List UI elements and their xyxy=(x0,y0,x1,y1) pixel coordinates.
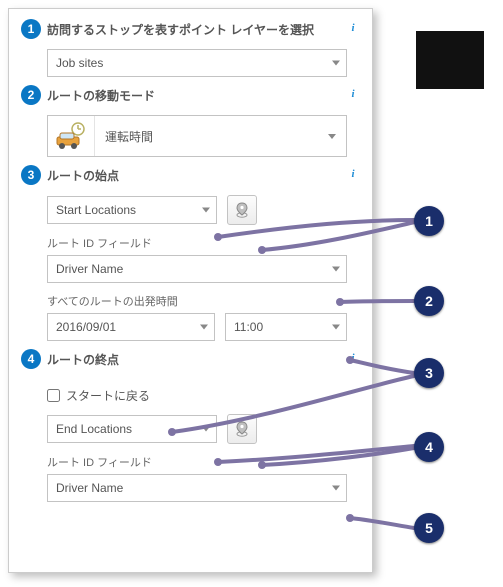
chevron-down-icon xyxy=(332,325,340,330)
preview-placeholder xyxy=(416,31,484,89)
chevron-down-icon xyxy=(200,325,208,330)
end-id-field-value: Driver Name xyxy=(56,481,123,495)
end-layer-value: End Locations xyxy=(56,422,132,436)
step-1-header: 1 訪問するストップを表すポイント レイヤーを選択 i xyxy=(21,19,360,39)
step-4-header: 4 ルートの終点 i xyxy=(21,349,360,369)
step-2-title: ルートの移動モード xyxy=(47,87,155,104)
depart-date-value: 2016/09/01 xyxy=(56,320,116,334)
step-2-header: 2 ルートの移動モード i xyxy=(21,85,360,105)
chevron-down-icon xyxy=(202,427,210,432)
chevron-down-icon xyxy=(332,486,340,491)
callout-badge-2: 2 xyxy=(414,286,444,316)
callout-badge-1: 1 xyxy=(414,206,444,236)
step-1-title: 訪問するストップを表すポイント レイヤーを選択 xyxy=(47,21,314,38)
depart-date-select[interactable]: 2016/09/01 xyxy=(47,313,215,341)
step-2-badge: 2 xyxy=(21,85,41,105)
start-id-field-select[interactable]: Driver Name xyxy=(47,255,347,283)
start-id-field-value: Driver Name xyxy=(56,262,123,276)
step-3: 3 ルートの始点 i Start Locations ルート ID フィールド … xyxy=(21,165,360,347)
return-to-start-label: スタートに戻る xyxy=(66,387,150,404)
info-icon[interactable]: i xyxy=(346,351,360,365)
stops-layer-select[interactable]: Job sites xyxy=(47,49,347,77)
draw-point-button[interactable] xyxy=(227,414,257,444)
step-4: 4 ルートの終点 i スタートに戻る End Locations xyxy=(21,349,360,508)
depart-time-label: すべてのルートの出発時間 xyxy=(47,293,360,309)
callout-badge-4: 4 xyxy=(414,432,444,462)
info-icon[interactable]: i xyxy=(346,167,360,181)
draw-point-button[interactable] xyxy=(227,195,257,225)
info-icon[interactable]: i xyxy=(346,87,360,101)
end-layer-select[interactable]: End Locations xyxy=(47,415,217,443)
depart-time-value: 11:00 xyxy=(234,320,263,334)
start-layer-value: Start Locations xyxy=(56,203,136,217)
start-id-label: ルート ID フィールド xyxy=(47,235,360,251)
chevron-down-icon xyxy=(332,61,340,66)
travel-mode-select[interactable]: 運転時間 xyxy=(47,115,347,157)
step-1: 1 訪問するストップを表すポイント レイヤーを選択 i Job sites xyxy=(21,19,360,83)
end-id-field-select[interactable]: Driver Name xyxy=(47,474,347,502)
stops-layer-value: Job sites xyxy=(56,56,103,70)
step-3-title: ルートの始点 xyxy=(47,167,119,184)
return-to-start-input[interactable] xyxy=(47,389,60,402)
step-3-header: 3 ルートの始点 i xyxy=(21,165,360,185)
step-4-badge: 4 xyxy=(21,349,41,369)
car-clock-icon xyxy=(48,116,95,156)
return-to-start-checkbox[interactable]: スタートに戻る xyxy=(47,387,360,404)
chevron-down-icon xyxy=(202,208,210,213)
plan-routes-panel: 1 訪問するストップを表すポイント レイヤーを選択 i Job sites 2 … xyxy=(8,8,373,573)
step-2: 2 ルートの移動モード i xyxy=(21,85,360,163)
step-3-badge: 3 xyxy=(21,165,41,185)
end-id-label: ルート ID フィールド xyxy=(47,454,360,470)
start-layer-select[interactable]: Start Locations xyxy=(47,196,217,224)
chevron-down-icon xyxy=(328,134,336,139)
step-4-title: ルートの終点 xyxy=(47,351,119,368)
travel-mode-value: 運転時間 xyxy=(95,128,328,145)
info-icon[interactable]: i xyxy=(346,21,360,35)
depart-time-select[interactable]: 11:00 xyxy=(225,313,347,341)
step-1-badge: 1 xyxy=(21,19,41,39)
callout-badge-3: 3 xyxy=(414,358,444,388)
callout-badge-5: 5 xyxy=(414,513,444,543)
chevron-down-icon xyxy=(332,267,340,272)
